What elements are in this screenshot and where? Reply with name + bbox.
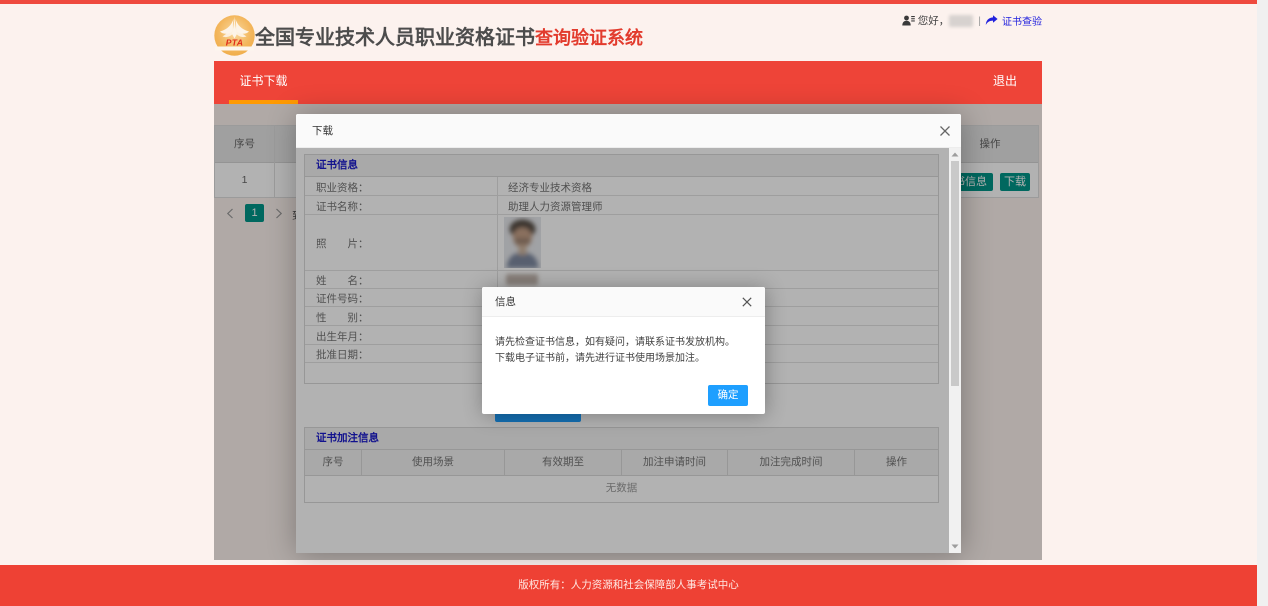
svg-text:PTA: PTA bbox=[226, 38, 243, 48]
